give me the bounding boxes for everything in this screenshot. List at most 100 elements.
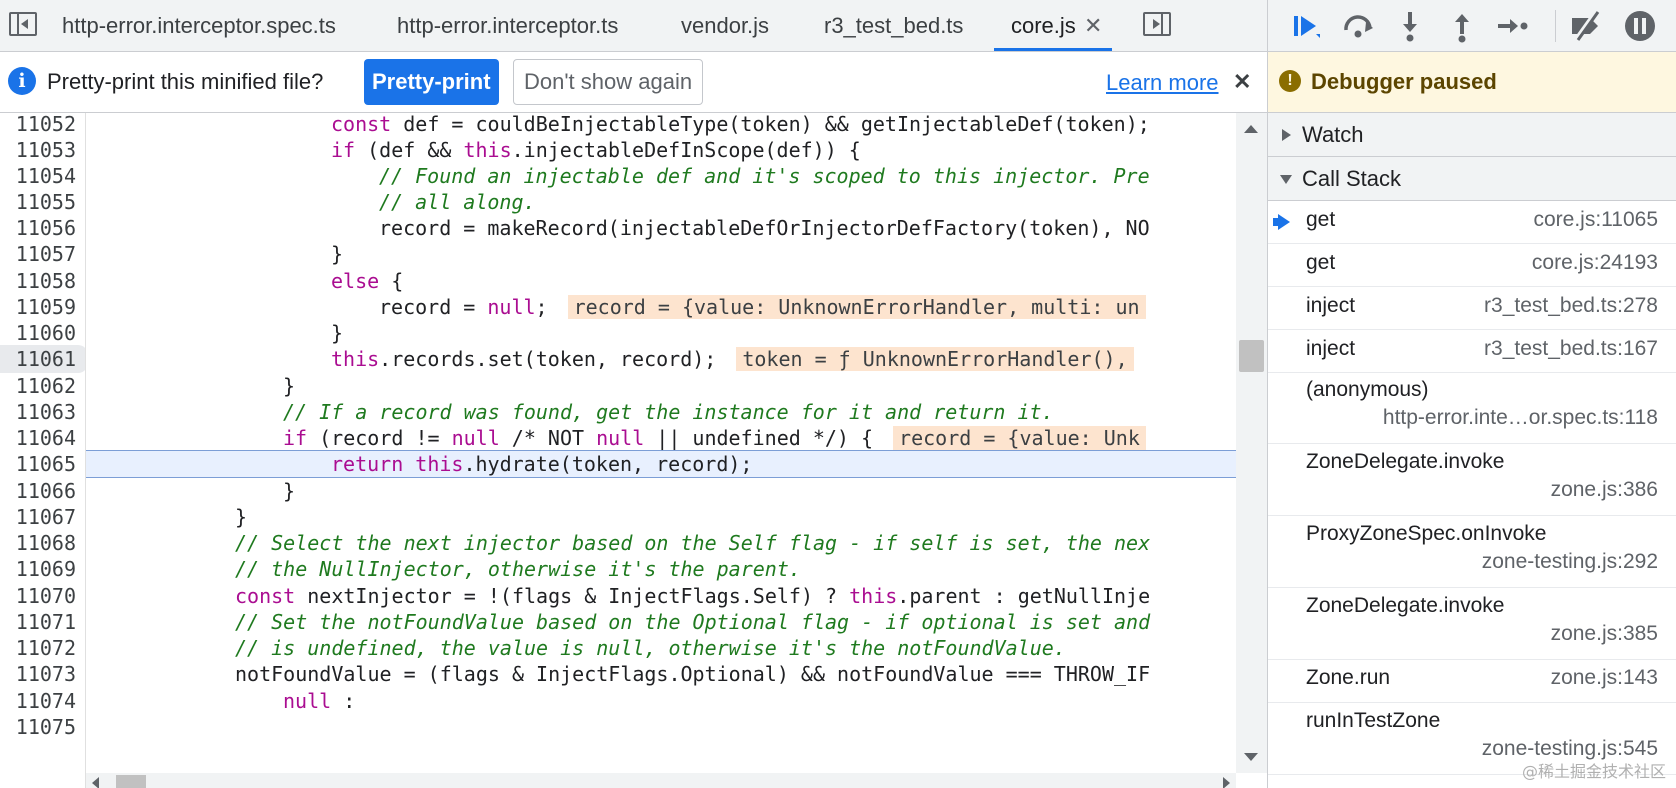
- line-number[interactable]: 11054: [0, 162, 76, 190]
- vertical-scrollbar[interactable]: [1236, 113, 1267, 773]
- line-number[interactable]: 11063: [0, 398, 76, 426]
- scroll-left-icon[interactable]: [92, 777, 99, 788]
- dont-show-again-button[interactable]: Don't show again: [513, 59, 704, 105]
- expand-arrow-icon: [1282, 129, 1291, 141]
- call-frame[interactable]: ZoneDelegate.invoke zone.js:385: [1268, 588, 1676, 660]
- line-number[interactable]: 11068: [0, 529, 76, 557]
- call-stack-section-header[interactable]: Call Stack: [1268, 157, 1676, 201]
- code-line: if (def && this.injectableDefInScope(def…: [331, 138, 861, 162]
- line-number[interactable]: 11069: [0, 555, 76, 583]
- horizontal-scrollbar[interactable]: [86, 773, 1236, 788]
- close-tab-icon[interactable]: ✕: [1084, 0, 1102, 51]
- line-number[interactable]: 11057: [0, 240, 76, 268]
- watermark: @稀土掘金技术社区: [1521, 762, 1666, 781]
- toolbar-divider: [1555, 10, 1556, 42]
- code-line: notFoundValue = (flags & InjectFlags.Opt…: [235, 662, 1151, 686]
- line-number[interactable]: 11060: [0, 319, 76, 347]
- info-icon: i: [8, 67, 36, 95]
- inline-variable-value: record = {value: Unk: [893, 426, 1146, 450]
- line-number-gutter[interactable]: 11052 11053 11054 11055 11056 11057 1105…: [0, 113, 86, 788]
- source-editor-pane: http-error.interceptor.spec.ts http-erro…: [0, 0, 1268, 788]
- toggle-navigator-icon[interactable]: [9, 12, 37, 36]
- tab-r3-test-bed[interactable]: r3_test_bed.ts: [824, 0, 963, 51]
- code-comment: // If a record was found, get the instan…: [283, 400, 1054, 424]
- horizontal-scrollbar-thumb[interactable]: [116, 775, 146, 788]
- scrollbar-thumb[interactable]: [1239, 340, 1264, 372]
- code-line: const def = couldBeInjectableType(token)…: [331, 113, 1150, 136]
- code-comment: // all along.: [379, 190, 536, 214]
- infobar-message: Pretty-print this minified file?: [47, 69, 324, 94]
- toggle-debugger-icon[interactable]: [1143, 12, 1171, 36]
- line-number[interactable]: 11067: [0, 503, 76, 531]
- call-frame-current[interactable]: get core.js:11065: [1268, 201, 1676, 244]
- code-comment: // is undefined, the value is null, othe…: [235, 636, 1066, 660]
- call-frame[interactable]: ProxyZoneSpec.onInvoke zone-testing.js:2…: [1268, 516, 1676, 588]
- line-number[interactable]: 11062: [0, 372, 76, 400]
- close-infobar-icon[interactable]: ✕: [1233, 52, 1251, 112]
- current-line-number[interactable]: 11061: [0, 345, 85, 373]
- paused-status: Debugger paused: [1311, 69, 1497, 94]
- code-line: if (record != null /* NOT null || undefi…: [86, 424, 1236, 452]
- call-frame[interactable]: Zone.run zone.js:143: [1268, 660, 1676, 703]
- line-number[interactable]: 11055: [0, 188, 76, 216]
- code-line: this.records.set(token, record); token = …: [86, 345, 1236, 373]
- tab-http-error-interceptor-spec[interactable]: http-error.interceptor.spec.ts: [62, 0, 336, 51]
- inline-variable-value: record = {value: UnknownErrorHandler, mu…: [567, 295, 1146, 319]
- scroll-right-icon[interactable]: [1223, 777, 1230, 788]
- code-line: }: [283, 374, 296, 398]
- current-frame-arrow-icon: [1278, 214, 1290, 230]
- scroll-down-icon[interactable]: [1244, 753, 1258, 761]
- learn-more-link[interactable]: Learn more: [1106, 52, 1219, 114]
- line-number[interactable]: 11071: [0, 608, 76, 636]
- call-frame[interactable]: inject r3_test_bed.ts:278: [1268, 287, 1676, 330]
- line-number[interactable]: 11066: [0, 477, 76, 505]
- step-icon[interactable]: [1494, 8, 1530, 44]
- line-number[interactable]: 11059: [0, 293, 76, 321]
- watch-section-header[interactable]: Watch: [1268, 113, 1676, 157]
- deactivate-breakpoints-icon[interactable]: [1568, 8, 1604, 44]
- editor-tab-bar: http-error.interceptor.spec.ts http-erro…: [0, 0, 1267, 52]
- line-number[interactable]: 11073: [0, 660, 76, 688]
- debugger-paused-banner: ! Debugger paused: [1268, 52, 1676, 113]
- call-frame[interactable]: inject r3_test_bed.ts:167: [1268, 330, 1676, 373]
- code-comment: // Select the next injector based on the…: [235, 531, 1151, 555]
- step-over-icon[interactable]: [1340, 8, 1376, 44]
- code-area[interactable]: const def = couldBeInjectableType(token)…: [86, 113, 1236, 773]
- execution-line: return this.hydrate(token, record);: [86, 450, 1236, 478]
- code-line: }: [331, 321, 344, 345]
- code-comment: // the NullInjector, otherwise it's the …: [235, 557, 801, 581]
- scroll-up-icon[interactable]: [1244, 125, 1258, 133]
- code-line: }: [331, 242, 344, 266]
- line-number[interactable]: 11075: [0, 713, 76, 741]
- collapse-arrow-icon: [1280, 175, 1292, 184]
- pause-on-exceptions-icon[interactable]: [1622, 8, 1658, 44]
- line-number[interactable]: 11065: [0, 450, 76, 478]
- code-comment: // Set the notFoundValue based on the Op…: [235, 610, 1151, 634]
- call-frame[interactable]: ZoneDelegate.invoke zone.js:386: [1268, 444, 1676, 516]
- code-line: record = null; record = {value: UnknownEr…: [86, 293, 1236, 321]
- call-frame[interactable]: (anonymous) http-error.inte…or.spec.ts:1…: [1268, 373, 1676, 444]
- line-number[interactable]: 11064: [0, 424, 76, 452]
- resume-icon[interactable]: [1288, 8, 1324, 44]
- paused-info-icon: !: [1279, 70, 1301, 92]
- code-line: const nextInjector = !(flags & InjectFla…: [235, 584, 1151, 608]
- pretty-print-button[interactable]: Pretty-print: [364, 59, 499, 105]
- tab-http-error-interceptor[interactable]: http-error.interceptor.ts: [397, 0, 618, 51]
- line-number[interactable]: 11072: [0, 634, 76, 662]
- line-number[interactable]: 11058: [0, 267, 76, 295]
- pretty-print-infobar: i Pretty-print this minified file? Prett…: [0, 52, 1267, 113]
- line-number[interactable]: 11074: [0, 687, 76, 715]
- step-out-icon[interactable]: [1444, 8, 1480, 44]
- inline-variable-value: token = ƒ UnknownErrorHandler(),: [736, 347, 1134, 371]
- step-into-icon[interactable]: [1392, 8, 1428, 44]
- code-comment: // Found an injectable def and it's scop…: [379, 164, 1150, 188]
- line-number[interactable]: 11053: [0, 136, 76, 164]
- code-line: }: [283, 479, 296, 503]
- line-number[interactable]: 11070: [0, 582, 76, 610]
- call-frame[interactable]: get core.js:24193: [1268, 244, 1676, 287]
- line-number[interactable]: 11056: [0, 214, 76, 242]
- line-number[interactable]: 11052: [0, 113, 76, 138]
- code-line: else {: [331, 269, 404, 293]
- tab-vendor-js[interactable]: vendor.js: [681, 0, 769, 51]
